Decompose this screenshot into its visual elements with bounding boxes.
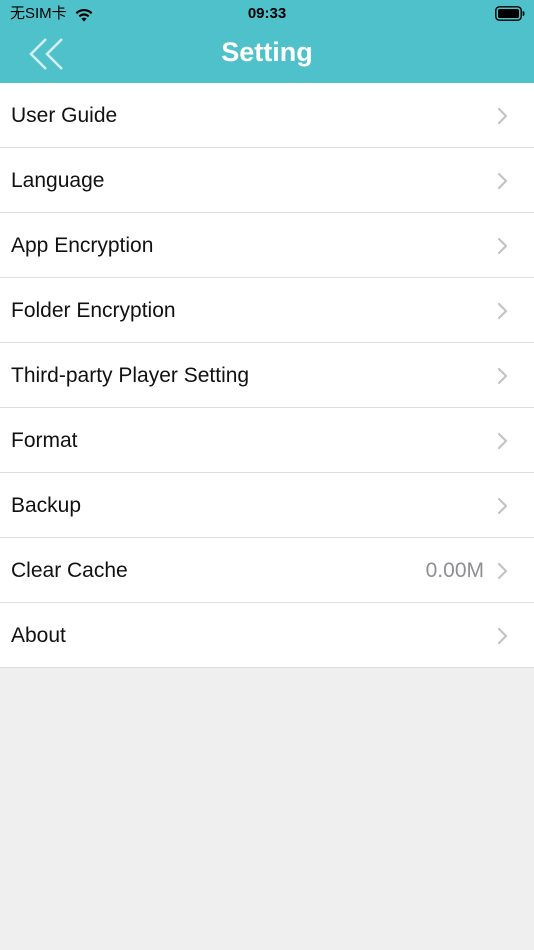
chevron-right-icon xyxy=(497,107,508,125)
settings-item-folder-encryption[interactable]: Folder Encryption xyxy=(0,278,534,343)
chevron-right-icon xyxy=(497,302,508,320)
settings-item-label: Format xyxy=(11,429,78,452)
chevron-right-icon xyxy=(497,562,508,580)
settings-item-label: Folder Encryption xyxy=(11,299,176,322)
settings-item-label: Language xyxy=(11,169,105,192)
settings-item-label: Clear Cache xyxy=(11,559,128,582)
settings-item-third-party-player[interactable]: Third-party Player Setting xyxy=(0,343,534,408)
settings-item-label: App Encryption xyxy=(11,234,154,257)
settings-list: User Guide Language App Encryption Folde… xyxy=(0,83,534,668)
status-bar: 无SIM卡 09:33 xyxy=(0,0,534,28)
page-title: Setting xyxy=(221,37,313,67)
app-header: 无SIM卡 09:33 Setting xyxy=(0,0,534,83)
battery-icon xyxy=(495,6,525,21)
chevron-right-icon xyxy=(497,432,508,450)
settings-item-label: Third-party Player Setting xyxy=(11,364,250,387)
navigation-bar: Setting xyxy=(0,28,534,83)
chevron-right-icon xyxy=(497,367,508,385)
settings-item-app-encryption[interactable]: App Encryption xyxy=(0,213,534,278)
chevron-right-icon xyxy=(497,497,508,515)
settings-item-label: Backup xyxy=(11,494,82,517)
settings-item-clear-cache[interactable]: Clear Cache 0.00M xyxy=(0,538,534,603)
status-time: 09:33 xyxy=(247,5,287,22)
cache-size-value: 0.00M xyxy=(425,559,484,582)
settings-item-backup[interactable]: Backup xyxy=(0,473,534,538)
settings-item-user-guide[interactable]: User Guide xyxy=(0,83,534,148)
settings-item-label: About xyxy=(11,624,66,647)
settings-item-label: User Guide xyxy=(11,104,118,127)
settings-item-format[interactable]: Format xyxy=(0,408,534,473)
chevron-right-icon xyxy=(497,237,508,255)
settings-item-about[interactable]: About xyxy=(0,603,534,668)
settings-item-language[interactable]: Language xyxy=(0,148,534,213)
chevron-right-icon xyxy=(497,627,508,645)
chevron-right-icon xyxy=(497,172,508,190)
